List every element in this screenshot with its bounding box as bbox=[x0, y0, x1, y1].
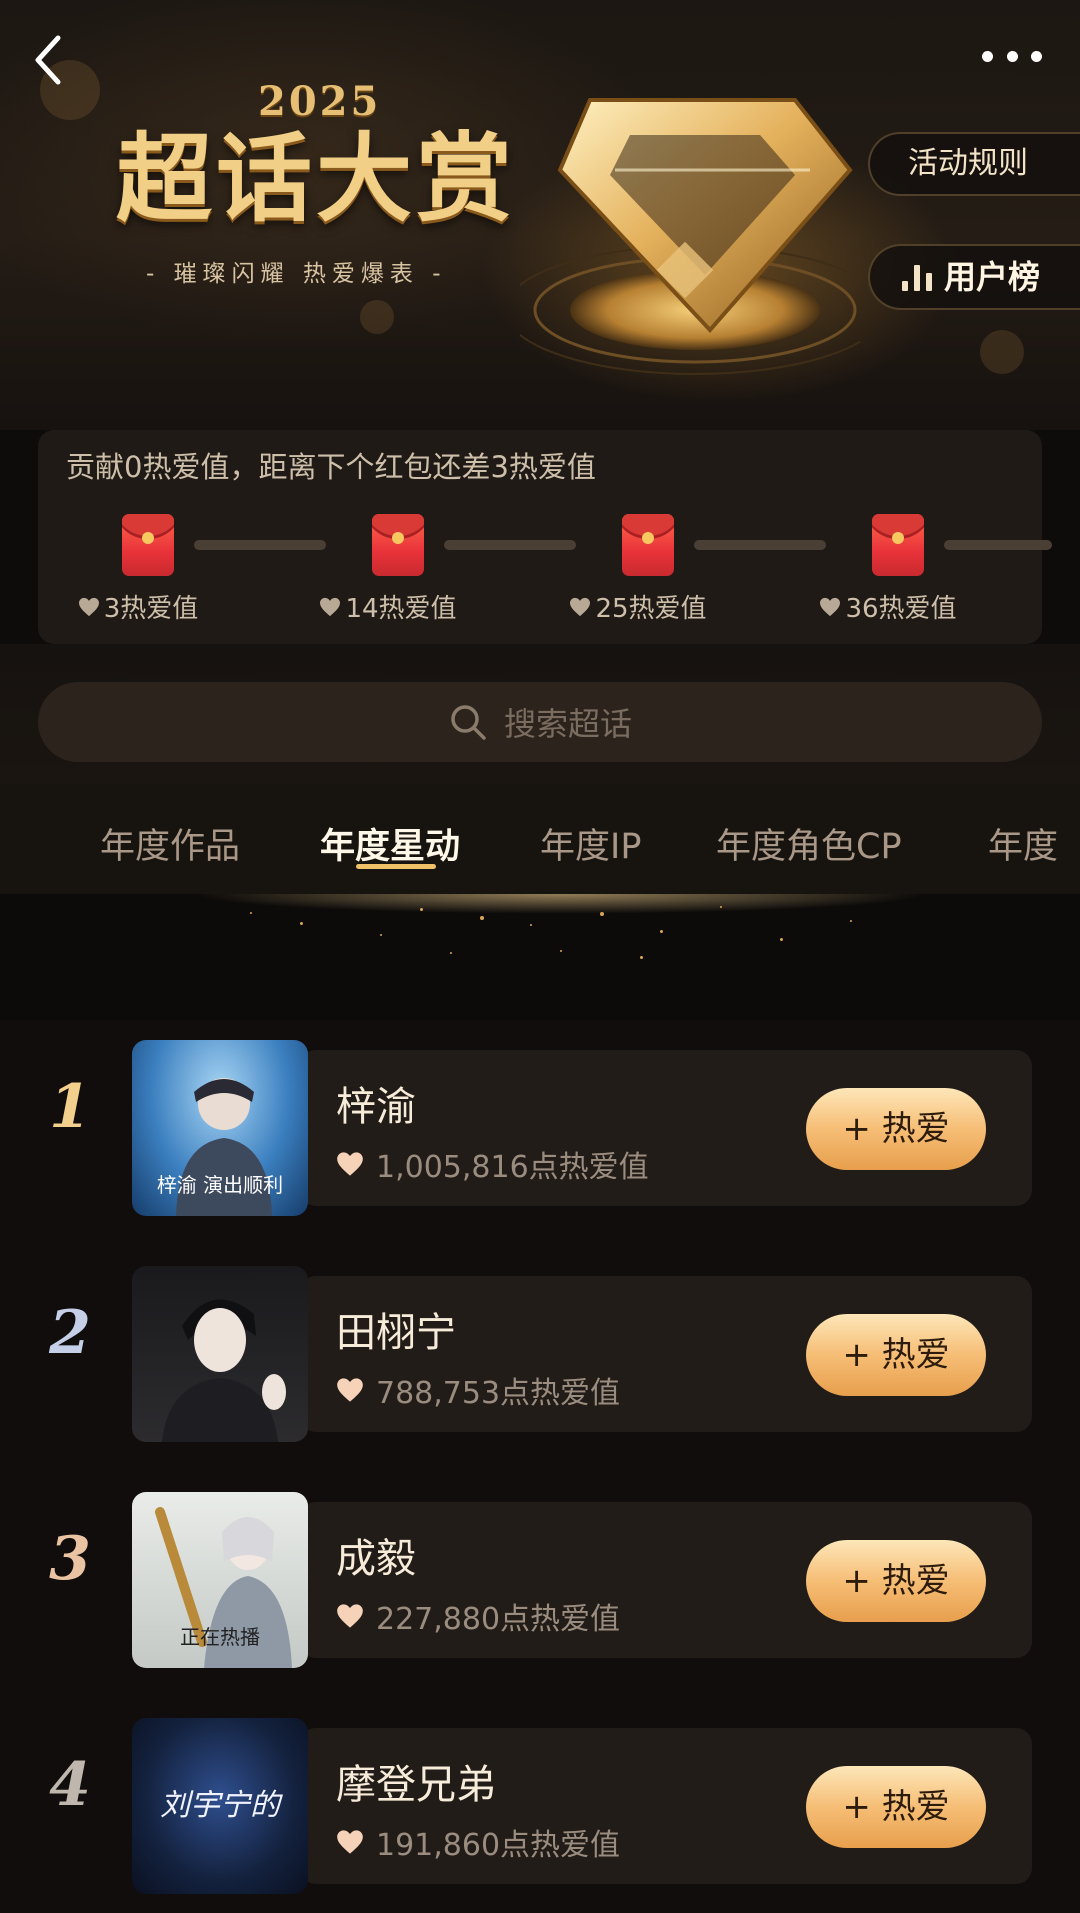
banner-title: 超话大赏 bbox=[116, 122, 516, 235]
active-tab-indicator bbox=[356, 864, 436, 869]
add-love-button[interactable]: + 热爱 bbox=[806, 1540, 986, 1622]
red-packet-milestone: 3热爱值 bbox=[38, 514, 238, 644]
sparkle-dot bbox=[640, 956, 643, 959]
avatar[interactable]: 刘宇宁的 bbox=[132, 1718, 308, 1894]
heart-icon bbox=[337, 1604, 363, 1628]
user-rank-label: 用户榜 bbox=[944, 258, 1041, 296]
thumbnail-caption: 刘宇宁的 bbox=[160, 1788, 280, 1823]
sparkle-dot bbox=[530, 924, 532, 926]
red-packet-track: 3热爱值 14热爱值 25热爱值 36热爱值 bbox=[38, 514, 1052, 644]
heart-icon bbox=[337, 1830, 363, 1854]
tab-annual-more[interactable]: 年度 bbox=[988, 818, 1058, 869]
milestone-label: 25热爱值 bbox=[538, 588, 738, 625]
heart-icon bbox=[570, 597, 591, 616]
search-input[interactable]: 搜索超话 bbox=[38, 682, 1042, 762]
add-love-button[interactable]: + 热爱 bbox=[806, 1314, 986, 1396]
red-packet-icon[interactable] bbox=[872, 514, 924, 576]
tab-annual-ip[interactable]: 年度IP bbox=[540, 818, 641, 869]
star-name[interactable]: 梓渝 bbox=[336, 1074, 416, 1132]
bokeh-decoration bbox=[360, 300, 394, 334]
red-packet-icon[interactable] bbox=[122, 514, 174, 576]
rank-number: 3 bbox=[49, 1524, 91, 1594]
more-dots-icon[interactable] bbox=[982, 48, 1042, 64]
ranking-row: 1 梓渝 演出顺利 梓渝 1,005,816点热爱值 + 热爱 bbox=[0, 1030, 1080, 1216]
sparkle-dot bbox=[300, 922, 303, 925]
star-name[interactable]: 摩登兄弟 bbox=[336, 1752, 496, 1810]
milestone-label: 14热爱值 bbox=[288, 588, 488, 625]
sparkle-dot bbox=[720, 906, 722, 908]
search-placeholder: 搜索超话 bbox=[503, 705, 632, 743]
tab-annual-stars[interactable]: 年度星动 bbox=[320, 818, 460, 869]
love-score: 227,880点热爱值 bbox=[336, 1594, 620, 1638]
header-banner: 2025 超话大赏 - 璀璨闪耀 热爱爆表 - 活动规则 用户榜 bbox=[0, 0, 1080, 430]
add-love-button[interactable]: + 热爱 bbox=[806, 1766, 986, 1848]
red-packet-milestone: 25热爱值 bbox=[538, 514, 738, 644]
love-score: 788,753点热爱值 bbox=[336, 1368, 620, 1412]
rank-number: 1 bbox=[49, 1072, 91, 1142]
rank-number: 4 bbox=[49, 1750, 91, 1820]
milestone-label: 36热爱值 bbox=[788, 588, 988, 625]
avatar[interactable]: 正在热播 bbox=[132, 1492, 308, 1668]
tab-annual-works[interactable]: 年度作品 bbox=[100, 818, 240, 869]
heart-icon bbox=[78, 597, 99, 616]
avatar[interactable] bbox=[132, 1266, 308, 1442]
search-icon bbox=[451, 705, 486, 740]
ranking-row: 2 田栩宁 788,753点热爱值 + 热爱 bbox=[0, 1256, 1080, 1442]
sparkle-dot bbox=[660, 930, 663, 933]
tab-annual-cp[interactable]: 年度角色CP bbox=[716, 818, 902, 869]
category-tabs: 年度作品 年度星动 年度IP 年度角色CP 年度 bbox=[0, 784, 1080, 894]
sparkle-dot bbox=[780, 938, 783, 941]
portrait-image bbox=[162, 1299, 286, 1442]
red-packet-milestone: 36热爱值 bbox=[788, 514, 988, 644]
heart-icon bbox=[337, 1152, 363, 1176]
activity-rules-button[interactable]: 活动规则 bbox=[868, 132, 1080, 196]
sparkle-dot bbox=[420, 908, 423, 911]
banner-tagline: - 璀璨闪耀 热爱爆表 - bbox=[146, 261, 447, 287]
heart-icon bbox=[337, 1378, 363, 1402]
rank-number: 2 bbox=[49, 1298, 91, 1368]
star-name[interactable]: 田栩宁 bbox=[336, 1300, 456, 1358]
ranking-list: 1 梓渝 演出顺利 梓渝 1,005,816点热爱值 + 热爱 2 田栩宁 78… bbox=[0, 1020, 1080, 1913]
heart-icon bbox=[820, 597, 841, 616]
sparkle-dot bbox=[450, 952, 452, 954]
red-packet-progress-panel: 贡献0热爱值，距离下个红包还差3热爱值 3热爱值 14热爱值 25热爱值 36热… bbox=[38, 430, 1052, 644]
sparkle-dot bbox=[250, 912, 252, 914]
sparkle-divider bbox=[0, 894, 1080, 1020]
banner-year: 2025 bbox=[258, 78, 382, 125]
add-love-button[interactable]: + 热爱 bbox=[806, 1088, 986, 1170]
ranking-row: 4 刘宇宁的 摩登兄弟 191,860点热爱值 + 热爱 bbox=[0, 1708, 1080, 1894]
star-name[interactable]: 成毅 bbox=[336, 1526, 416, 1584]
thumbnail-caption: 正在热播 bbox=[180, 1625, 260, 1649]
red-packet-icon[interactable] bbox=[372, 514, 424, 576]
love-score: 1,005,816点热爱值 bbox=[336, 1142, 649, 1186]
red-packet-icon[interactable] bbox=[622, 514, 674, 576]
trophy-emblem-icon bbox=[520, 98, 860, 375]
milestone-label: 3热爱值 bbox=[38, 588, 238, 625]
progress-status-text: 贡献0热爱值，距离下个红包还差3热爱值 bbox=[66, 450, 596, 484]
bokeh-decoration bbox=[980, 330, 1024, 374]
ranking-row: 3 正在热播 成毅 227,880点热爱值 + 热爱 bbox=[0, 1482, 1080, 1668]
sparkle-dot bbox=[850, 920, 852, 922]
user-rank-button[interactable]: 用户榜 bbox=[868, 244, 1080, 310]
avatar[interactable]: 梓渝 演出顺利 bbox=[132, 1040, 308, 1216]
sparkle-dot bbox=[480, 916, 484, 920]
sparkle-dot bbox=[600, 912, 604, 916]
thumbnail-caption: 梓渝 演出顺利 bbox=[156, 1173, 284, 1197]
sparkle-dot bbox=[560, 950, 562, 952]
bar-chart-icon bbox=[902, 263, 932, 291]
chevron-left-icon[interactable] bbox=[26, 32, 74, 88]
red-packet-milestone: 14热爱值 bbox=[288, 514, 488, 644]
sparkle-dot bbox=[380, 934, 382, 936]
heart-icon bbox=[320, 597, 341, 616]
love-score: 191,860点热爱值 bbox=[336, 1820, 620, 1864]
